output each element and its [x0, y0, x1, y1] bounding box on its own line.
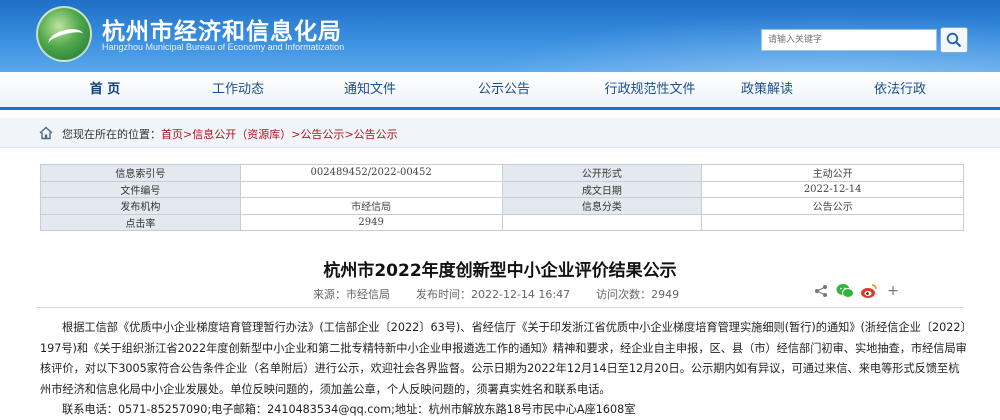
table-row: 信息索引号 002489452/2022-00452 公开形式 主动公开	[40, 164, 964, 182]
breadcrumb-separator: >	[344, 128, 354, 141]
home-icon	[39, 126, 53, 140]
plus-icon: +	[887, 283, 899, 299]
article-publish-time: 发布时间：2022-12-14 16:47	[416, 288, 571, 301]
info-label: 信息分类	[501, 197, 703, 215]
site-header: 杭州市经济和信息化局 Hangzhou Municipal Bureau of …	[0, 0, 1000, 72]
bureau-logo-icon[interactable]	[36, 6, 92, 62]
info-value: 2022-12-14	[701, 180, 964, 198]
info-label: 文件编号	[40, 180, 241, 198]
article-contact: 联系电话：0571-85257090;电子邮箱：2410483534@qq.co…	[62, 403, 636, 416]
article-source: 来源：市经信局	[313, 288, 390, 301]
article-body: 根据工信部《优质中小企业梯度培育管理暂行办法》(工信部企业〔2022〕63号)、…	[40, 321, 967, 396]
breadcrumb-trail: 您现在所在的位置：首页>信息公开（资源库）>公告公示>公告公示	[62, 126, 398, 142]
search-input[interactable]	[761, 29, 937, 51]
article-title: 杭州市2022年度创新型中小企业评价结果公示	[323, 261, 677, 281]
nav-item-normative-docs[interactable]: 行政规范性文件	[585, 72, 715, 107]
nav-item-law-administration[interactable]: 依法行政	[860, 72, 940, 107]
share-weibo-button[interactable]	[860, 282, 878, 300]
nav-item-work-news[interactable]: 工作动态	[198, 72, 278, 107]
main-nav: 首 页 工作动态 通知文件 公示公告 行政规范性文件 政策解读 依法行政	[0, 72, 1000, 110]
table-row: 文件编号 成文日期 2022-12-14	[40, 180, 964, 198]
share-icon	[815, 285, 827, 297]
breadcrumb-link-home[interactable]: 首页	[161, 128, 183, 141]
info-label: 成文日期	[501, 180, 703, 198]
share-bar: +	[812, 281, 902, 301]
info-value	[239, 180, 503, 198]
info-label: 点击率	[40, 213, 241, 231]
info-value: 市经信局	[239, 197, 503, 215]
share-button[interactable]	[812, 282, 830, 300]
weibo-icon	[861, 284, 877, 298]
share-wechat-button[interactable]	[836, 282, 854, 300]
breadcrumb-link-announcements-current[interactable]: 公告公示	[354, 128, 398, 141]
nav-item-notices[interactable]: 通知文件	[330, 72, 410, 107]
info-value: 002489452/2022-00452	[239, 164, 503, 182]
info-empty	[701, 213, 964, 231]
breadcrumb-link-info-public[interactable]: 信息公开（资源库）	[192, 128, 291, 141]
search-icon	[946, 32, 962, 48]
article-views: 访问次数：2949	[596, 288, 680, 301]
share-more-button[interactable]: +	[884, 282, 902, 300]
breadcrumb-link-announcements[interactable]: 公告公示	[300, 128, 344, 141]
nav-item-announcements[interactable]: 公示公告	[464, 72, 544, 107]
article-meta: 来源：市经信局 发布时间：2022-12-14 16:47 访问次数：2949	[313, 286, 705, 302]
table-row: 发布机构 市经信局 信息分类 公告公示	[40, 197, 964, 215]
search-button[interactable]	[940, 27, 968, 53]
divider	[36, 307, 964, 308]
breadcrumb-prefix: 您现在所在的位置：	[62, 128, 161, 141]
document-info-table: 信息索引号 002489452/2022-00452 公开形式 主动公开 文件编…	[40, 164, 964, 231]
nav-item-policy-interpretation[interactable]: 政策解读	[727, 72, 807, 107]
info-label: 发布机构	[40, 197, 241, 215]
info-value: 公告公示	[701, 197, 964, 215]
site-subtitle: Hangzhou Municipal Bureau of Economy and…	[102, 42, 345, 52]
info-value: 2949	[239, 213, 503, 231]
info-label: 信息索引号	[40, 164, 241, 182]
breadcrumb-separator: >	[183, 128, 193, 141]
info-value: 主动公开	[701, 164, 964, 182]
info-label: 公开形式	[501, 164, 703, 182]
table-row: 点击率 2949	[40, 213, 964, 231]
site-title[interactable]: 杭州市经济和信息化局	[102, 12, 342, 46]
info-empty	[501, 213, 703, 231]
breadcrumb: 您现在所在的位置：首页>信息公开（资源库）>公告公示>公告公示	[0, 118, 1000, 148]
wechat-icon	[836, 284, 854, 298]
nav-item-home[interactable]: 首 页	[70, 72, 140, 107]
